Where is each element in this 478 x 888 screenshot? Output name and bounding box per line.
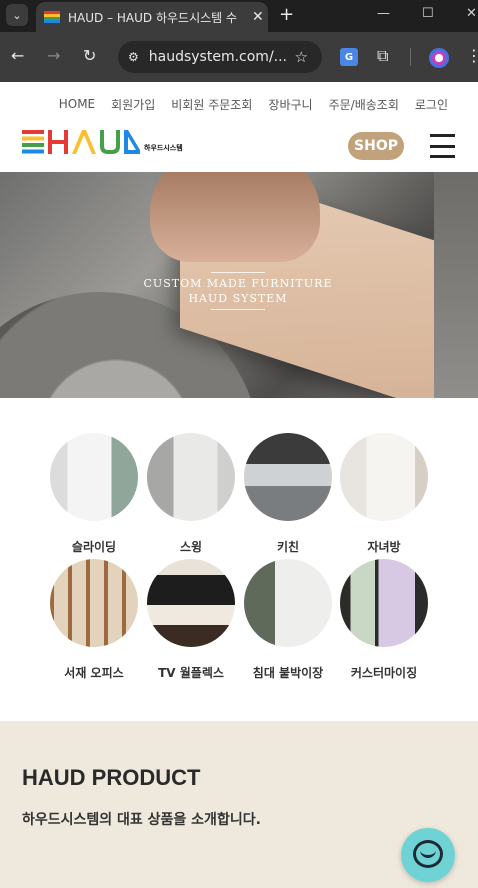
hero-line-1: CUSTOM MADE FURNITURE <box>143 277 333 290</box>
category-grid: 슬라이딩 스윙 키친 자녀방 서재 오피스 TV 월플렉스 침대 붙박이장 커스… <box>0 407 478 719</box>
extensions-puzzle-icon[interactable]: ⧉ <box>377 46 388 66</box>
nav-home[interactable]: HOME <box>59 97 95 111</box>
tab-title: HAUD – HAUD 하우드시스템 수 <box>68 10 238 25</box>
top-navigation: HOME 회원가입 비회원 주문조회 장바구니 주문/배송조회 로그인 <box>0 82 478 126</box>
tab-search-button[interactable]: ⌄ <box>6 4 28 26</box>
haud-favicon-icon <box>44 11 60 23</box>
bookmark-star-icon[interactable]: ☆ <box>295 48 308 66</box>
hamburger-menu-icon[interactable] <box>430 134 455 158</box>
chat-button[interactable] <box>401 828 455 882</box>
minimize-icon[interactable]: — <box>377 6 390 21</box>
category-label: 자녀방 <box>367 540 401 554</box>
toolbar-divider <box>410 48 411 66</box>
category-label: 스윙 <box>179 540 203 554</box>
category-image <box>340 433 428 521</box>
category-kids-room[interactable]: 자녀방 <box>339 433 429 555</box>
new-tab-button[interactable]: + <box>279 4 294 25</box>
category-image <box>147 433 235 521</box>
site-header: 하우드시스템 SHOP <box>0 126 478 172</box>
forward-arrow-icon[interactable]: → <box>47 46 60 65</box>
more-menu-icon[interactable]: ⋮ <box>466 46 478 65</box>
hero-divider-top <box>211 272 265 273</box>
category-image <box>50 559 138 647</box>
category-image <box>244 559 332 647</box>
category-tv-wallflex[interactable]: TV 월플렉스 <box>146 559 236 681</box>
hero-caption: CUSTOM MADE FURNITURE HAUD SYSTEM <box>0 269 476 313</box>
category-kitchen[interactable]: 키친 <box>243 433 333 555</box>
url-text: haudsystem.com/... <box>148 49 288 65</box>
category-image <box>340 559 428 647</box>
category-label: 커스터마이징 <box>350 666 418 680</box>
nav-signup[interactable]: 회원가입 <box>111 96 155 113</box>
hero-banner: CUSTOM MADE FURNITURE HAUD SYSTEM <box>0 172 478 398</box>
hero-divider-bottom <box>211 309 265 310</box>
address-bar[interactable]: ⚙ haudsystem.com/... ☆ <box>118 41 322 73</box>
browser-toolbar: ← → ↻ ⚙ haudsystem.com/... ☆ G ⧉ ⋮ <box>0 32 478 82</box>
category-image <box>50 433 138 521</box>
nav-guest-order[interactable]: 비회원 주문조회 <box>171 96 252 113</box>
category-sliding[interactable]: 슬라이딩 <box>49 433 139 555</box>
category-swing[interactable]: 스윙 <box>146 433 236 555</box>
browser-tab-bar: ⌄ HAUD – HAUD 하우드시스템 수 ✕ + — ☐ ✕ <box>0 0 478 32</box>
logo-subtitle: 하우드시스템 <box>144 144 183 152</box>
category-image <box>147 559 235 647</box>
product-section-title: HAUD PRODUCT <box>22 765 201 790</box>
category-customizing[interactable]: 커스터마이징 <box>339 559 429 681</box>
maximize-icon[interactable]: ☐ <box>422 6 434 21</box>
haud-logo-mark <box>22 130 140 154</box>
nav-cart[interactable]: 장바구니 <box>268 96 312 113</box>
reload-icon[interactable]: ↻ <box>83 46 96 65</box>
category-label: TV 월플렉스 <box>158 666 224 680</box>
profile-avatar-icon[interactable] <box>429 48 449 68</box>
back-arrow-icon[interactable]: ← <box>11 46 24 65</box>
site-settings-icon[interactable]: ⚙ <box>128 50 139 64</box>
category-image <box>244 433 332 521</box>
close-icon[interactable]: ✕ <box>252 9 264 25</box>
hero-line-2: HAUD SYSTEM <box>188 292 288 305</box>
google-translate-icon[interactable]: G <box>340 48 358 66</box>
nav-order-tracking[interactable]: 주문/배송조회 <box>329 96 399 113</box>
category-label: 서재 오피스 <box>64 666 124 680</box>
category-bed-closet[interactable]: 침대 붙박이장 <box>243 559 333 681</box>
window-close-icon[interactable]: ✕ <box>466 6 477 21</box>
browser-tab[interactable]: HAUD – HAUD 하우드시스템 수 ✕ <box>36 2 268 32</box>
chevron-down-icon: ⌄ <box>12 8 22 22</box>
category-label: 침대 붙박이장 <box>252 666 324 680</box>
shop-button[interactable]: SHOP <box>348 132 404 160</box>
category-label: 키친 <box>276 540 300 554</box>
product-section-subtitle: 하우드시스템의 대표 상품을 소개합니다. <box>22 812 261 828</box>
nav-login[interactable]: 로그인 <box>415 96 448 113</box>
category-study-office[interactable]: 서재 오피스 <box>49 559 139 681</box>
haud-logo[interactable]: 하우드시스템 <box>22 130 183 154</box>
hand-image <box>150 172 320 262</box>
category-label: 슬라이딩 <box>71 540 117 554</box>
